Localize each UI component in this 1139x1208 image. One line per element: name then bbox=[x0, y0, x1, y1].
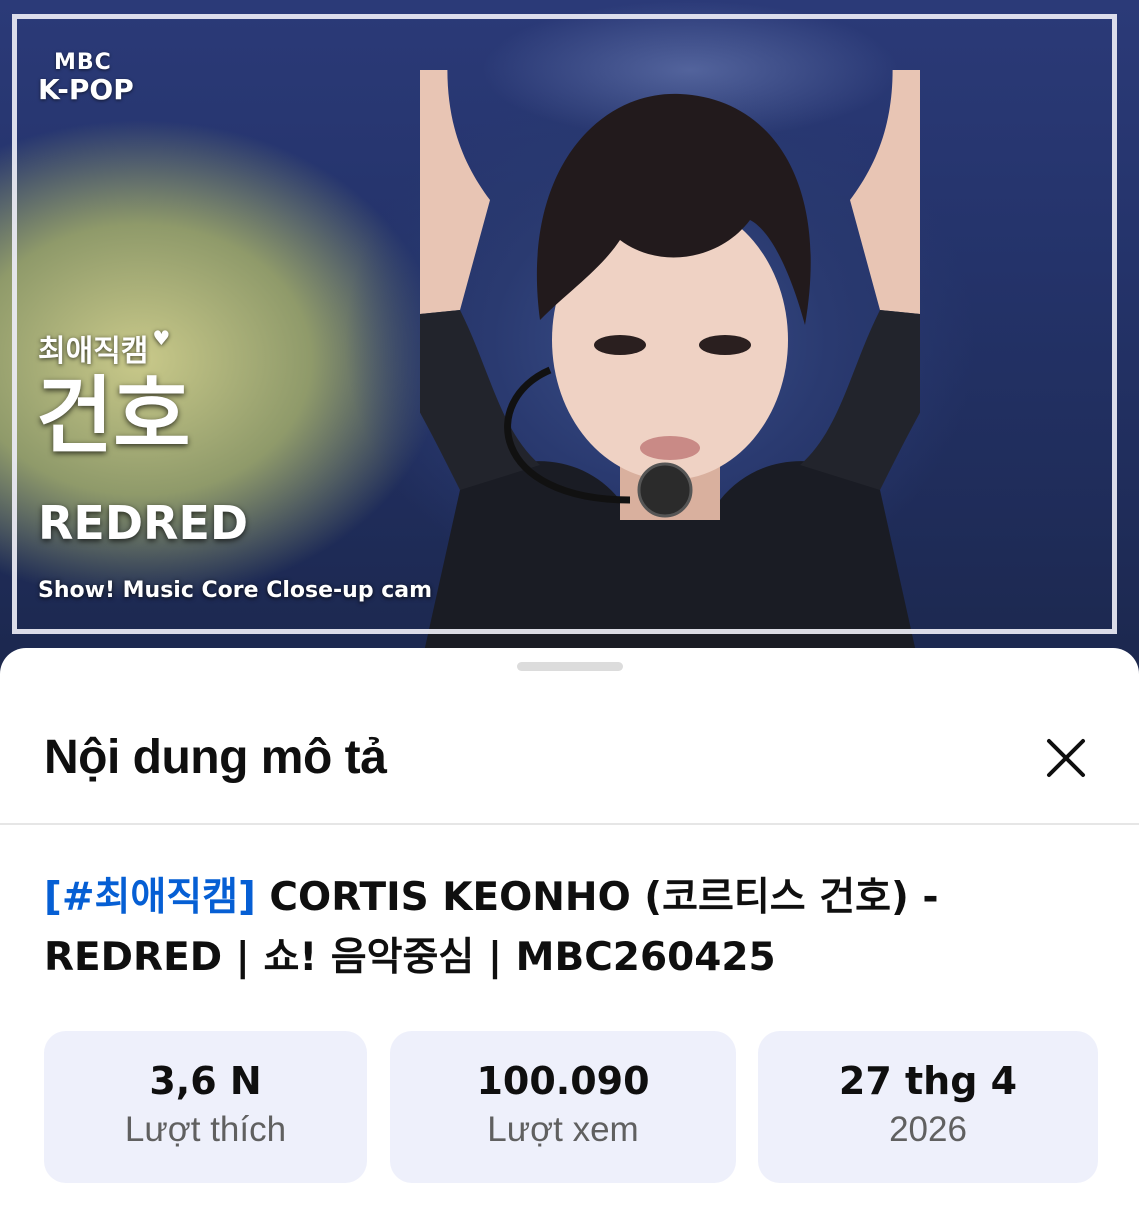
views-card: 100.090 Lượt xem bbox=[390, 1031, 736, 1183]
sheet-title: Nội dung mô tả bbox=[44, 731, 387, 784]
stats-row: 3,6 N Lượt thích 100.090 Lượt xem 27 thg… bbox=[44, 1031, 1098, 1183]
date-value: 27 thg 4 bbox=[838, 1059, 1018, 1103]
drag-handle[interactable] bbox=[517, 662, 623, 671]
description-sheet: Nội dung mô tả [#최애직캠] CORTIS KEONHO (코르… bbox=[0, 648, 1139, 1208]
song-name: REDRED bbox=[38, 496, 249, 550]
date-card: 27 thg 4 2026 bbox=[758, 1031, 1098, 1183]
mbc-kpop-logo: MBC K-POP bbox=[38, 50, 134, 106]
likes-value: 3,6 N bbox=[149, 1059, 262, 1103]
likes-card: 3,6 N Lượt thích bbox=[44, 1031, 367, 1183]
cam-tag: 최애직캠 ♥ bbox=[38, 326, 171, 369]
date-year: 2026 bbox=[889, 1110, 967, 1149]
close-button[interactable] bbox=[1032, 724, 1100, 792]
video-title: [#최애직캠] CORTIS KEONHO (코르티스 건호) - REDRED… bbox=[44, 868, 1094, 988]
views-value: 100.090 bbox=[476, 1059, 650, 1103]
likes-label: Lượt thích bbox=[124, 1110, 287, 1149]
divider bbox=[0, 823, 1139, 825]
video-thumbnail[interactable]: MBC K-POP 최애직캠 ♥ 건호 REDRED Show! Music Co… bbox=[0, 0, 1139, 660]
hashtag-link[interactable]: [#최애직캠] bbox=[44, 875, 256, 920]
close-icon bbox=[1047, 739, 1085, 777]
show-caption: Show! Music Core Close-up cam bbox=[38, 578, 433, 603]
views-label: Lượt xem bbox=[487, 1110, 639, 1149]
heart-icon: ♥ bbox=[152, 326, 171, 350]
member-name: 건호 bbox=[36, 367, 191, 465]
